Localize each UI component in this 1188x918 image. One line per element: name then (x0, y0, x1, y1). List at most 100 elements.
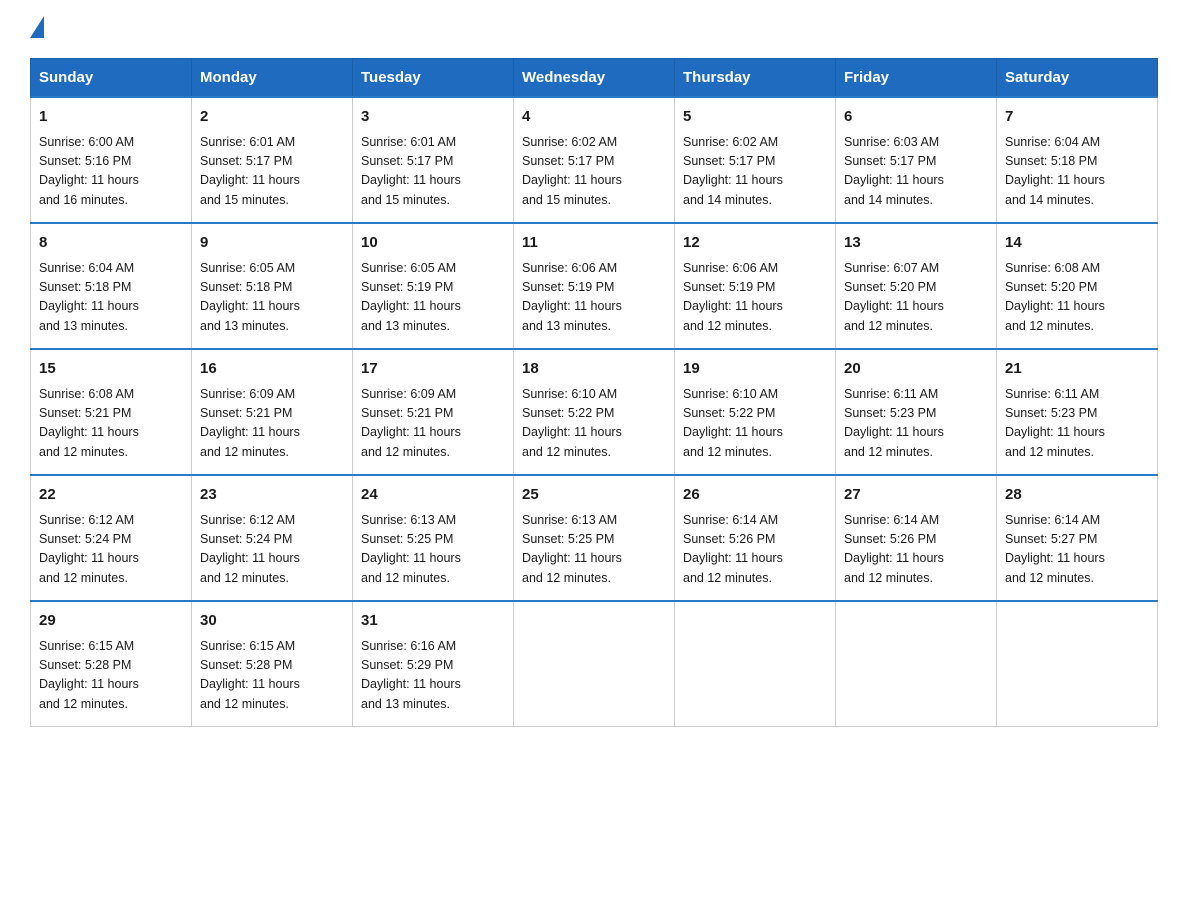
calendar-cell: 27 Sunrise: 6:14 AMSunset: 5:26 PMDayligh… (836, 475, 997, 601)
day-number: 5 (683, 106, 827, 129)
day-info: Sunrise: 6:04 AMSunset: 5:18 PMDaylight:… (39, 259, 183, 337)
calendar-cell: 15 Sunrise: 6:08 AMSunset: 5:21 PMDayligh… (31, 349, 192, 475)
calendar-cell (675, 601, 836, 727)
day-info: Sunrise: 6:15 AMSunset: 5:28 PMDaylight:… (39, 637, 183, 715)
day-info: Sunrise: 6:02 AMSunset: 5:17 PMDaylight:… (522, 133, 666, 211)
day-number: 17 (361, 358, 505, 381)
day-number: 1 (39, 106, 183, 129)
calendar-cell: 20 Sunrise: 6:11 AMSunset: 5:23 PMDayligh… (836, 349, 997, 475)
day-info: Sunrise: 6:04 AMSunset: 5:18 PMDaylight:… (1005, 133, 1149, 211)
column-header-sunday: Sunday (31, 59, 192, 98)
day-number: 6 (844, 106, 988, 129)
calendar-header-row: SundayMondayTuesdayWednesdayThursdayFrid… (31, 59, 1158, 98)
calendar-cell: 1 Sunrise: 6:00 AMSunset: 5:16 PMDaylight… (31, 97, 192, 223)
day-number: 31 (361, 610, 505, 633)
day-info: Sunrise: 6:05 AMSunset: 5:19 PMDaylight:… (361, 259, 505, 337)
calendar-cell: 23 Sunrise: 6:12 AMSunset: 5:24 PMDayligh… (192, 475, 353, 601)
calendar-cell: 6 Sunrise: 6:03 AMSunset: 5:17 PMDaylight… (836, 97, 997, 223)
calendar-cell: 16 Sunrise: 6:09 AMSunset: 5:21 PMDayligh… (192, 349, 353, 475)
column-header-wednesday: Wednesday (514, 59, 675, 98)
day-info: Sunrise: 6:14 AMSunset: 5:26 PMDaylight:… (844, 511, 988, 589)
day-number: 29 (39, 610, 183, 633)
day-info: Sunrise: 6:08 AMSunset: 5:21 PMDaylight:… (39, 385, 183, 463)
day-info: Sunrise: 6:06 AMSunset: 5:19 PMDaylight:… (522, 259, 666, 337)
calendar-cell: 22Sunrise: 6:12 AMSunset: 5:24 PMDayligh… (31, 475, 192, 601)
day-number: 25 (522, 484, 666, 507)
day-info: Sunrise: 6:00 AMSunset: 5:16 PMDaylight:… (39, 133, 183, 211)
day-number: 4 (522, 106, 666, 129)
day-number: 19 (683, 358, 827, 381)
day-number: 23 (200, 484, 344, 507)
calendar-cell: 7 Sunrise: 6:04 AMSunset: 5:18 PMDaylight… (997, 97, 1158, 223)
day-info: Sunrise: 6:07 AMSunset: 5:20 PMDaylight:… (844, 259, 988, 337)
day-number: 15 (39, 358, 183, 381)
calendar-cell: 12 Sunrise: 6:06 AMSunset: 5:19 PMDayligh… (675, 223, 836, 349)
calendar-cell: 19 Sunrise: 6:10 AMSunset: 5:22 PMDayligh… (675, 349, 836, 475)
calendar-cell: 28Sunrise: 6:14 AMSunset: 5:27 PMDayligh… (997, 475, 1158, 601)
calendar-cell: 18Sunrise: 6:10 AMSunset: 5:22 PMDayligh… (514, 349, 675, 475)
day-info: Sunrise: 6:09 AMSunset: 5:21 PMDaylight:… (200, 385, 344, 463)
calendar-cell: 4 Sunrise: 6:02 AMSunset: 5:17 PMDaylight… (514, 97, 675, 223)
column-header-thursday: Thursday (675, 59, 836, 98)
day-number: 21 (1005, 358, 1149, 381)
day-number: 20 (844, 358, 988, 381)
column-header-monday: Monday (192, 59, 353, 98)
day-info: Sunrise: 6:06 AMSunset: 5:19 PMDaylight:… (683, 259, 827, 337)
calendar-cell: 24 Sunrise: 6:13 AMSunset: 5:25 PMDayligh… (353, 475, 514, 601)
calendar-cell (836, 601, 997, 727)
day-info: Sunrise: 6:09 AMSunset: 5:21 PMDaylight:… (361, 385, 505, 463)
page-header (30, 20, 1158, 38)
day-number: 27 (844, 484, 988, 507)
calendar-cell: 14Sunrise: 6:08 AMSunset: 5:20 PMDayligh… (997, 223, 1158, 349)
day-info: Sunrise: 6:13 AMSunset: 5:25 PMDaylight:… (522, 511, 666, 589)
calendar-cell: 5 Sunrise: 6:02 AMSunset: 5:17 PMDaylight… (675, 97, 836, 223)
calendar-cell: 10 Sunrise: 6:05 AMSunset: 5:19 PMDayligh… (353, 223, 514, 349)
day-number: 26 (683, 484, 827, 507)
calendar-cell: 30 Sunrise: 6:15 AMSunset: 5:28 PMDayligh… (192, 601, 353, 727)
calendar-week-row: 8 Sunrise: 6:04 AMSunset: 5:18 PMDaylight… (31, 223, 1158, 349)
day-number: 10 (361, 232, 505, 255)
calendar-cell: 3 Sunrise: 6:01 AMSunset: 5:17 PMDaylight… (353, 97, 514, 223)
calendar-cell: 8 Sunrise: 6:04 AMSunset: 5:18 PMDaylight… (31, 223, 192, 349)
day-number: 12 (683, 232, 827, 255)
calendar-cell (514, 601, 675, 727)
day-number: 24 (361, 484, 505, 507)
calendar-cell: 26 Sunrise: 6:14 AMSunset: 5:26 PMDayligh… (675, 475, 836, 601)
day-number: 30 (200, 610, 344, 633)
day-info: Sunrise: 6:14 AMSunset: 5:26 PMDaylight:… (683, 511, 827, 589)
calendar-week-row: 15 Sunrise: 6:08 AMSunset: 5:21 PMDayligh… (31, 349, 1158, 475)
day-number: 13 (844, 232, 988, 255)
day-number: 8 (39, 232, 183, 255)
day-info: Sunrise: 6:03 AMSunset: 5:17 PMDaylight:… (844, 133, 988, 211)
day-info: Sunrise: 6:15 AMSunset: 5:28 PMDaylight:… (200, 637, 344, 715)
calendar-cell: 11Sunrise: 6:06 AMSunset: 5:19 PMDayligh… (514, 223, 675, 349)
day-info: Sunrise: 6:11 AMSunset: 5:23 PMDaylight:… (844, 385, 988, 463)
day-number: 16 (200, 358, 344, 381)
day-info: Sunrise: 6:10 AMSunset: 5:22 PMDaylight:… (522, 385, 666, 463)
day-number: 3 (361, 106, 505, 129)
day-info: Sunrise: 6:16 AMSunset: 5:29 PMDaylight:… (361, 637, 505, 715)
calendar-cell: 31 Sunrise: 6:16 AMSunset: 5:29 PMDayligh… (353, 601, 514, 727)
calendar-cell: 13 Sunrise: 6:07 AMSunset: 5:20 PMDayligh… (836, 223, 997, 349)
day-info: Sunrise: 6:11 AMSunset: 5:23 PMDaylight:… (1005, 385, 1149, 463)
calendar-table: SundayMondayTuesdayWednesdayThursdayFrid… (30, 58, 1158, 727)
day-info: Sunrise: 6:08 AMSunset: 5:20 PMDaylight:… (1005, 259, 1149, 337)
calendar-week-row: 1 Sunrise: 6:00 AMSunset: 5:16 PMDaylight… (31, 97, 1158, 223)
day-info: Sunrise: 6:05 AMSunset: 5:18 PMDaylight:… (200, 259, 344, 337)
day-number: 9 (200, 232, 344, 255)
day-number: 2 (200, 106, 344, 129)
day-info: Sunrise: 6:01 AMSunset: 5:17 PMDaylight:… (200, 133, 344, 211)
calendar-cell: 25 Sunrise: 6:13 AMSunset: 5:25 PMDayligh… (514, 475, 675, 601)
day-info: Sunrise: 6:10 AMSunset: 5:22 PMDaylight:… (683, 385, 827, 463)
day-info: Sunrise: 6:01 AMSunset: 5:17 PMDaylight:… (361, 133, 505, 211)
column-header-tuesday: Tuesday (353, 59, 514, 98)
day-info: Sunrise: 6:13 AMSunset: 5:25 PMDaylight:… (361, 511, 505, 589)
day-info: Sunrise: 6:12 AMSunset: 5:24 PMDaylight:… (200, 511, 344, 589)
day-info: Sunrise: 6:02 AMSunset: 5:17 PMDaylight:… (683, 133, 827, 211)
calendar-cell (997, 601, 1158, 727)
calendar-week-row: 22Sunrise: 6:12 AMSunset: 5:24 PMDayligh… (31, 475, 1158, 601)
calendar-week-row: 29 Sunrise: 6:15 AMSunset: 5:28 PMDayligh… (31, 601, 1158, 727)
day-number: 7 (1005, 106, 1149, 129)
day-number: 28 (1005, 484, 1149, 507)
logo (30, 20, 44, 38)
